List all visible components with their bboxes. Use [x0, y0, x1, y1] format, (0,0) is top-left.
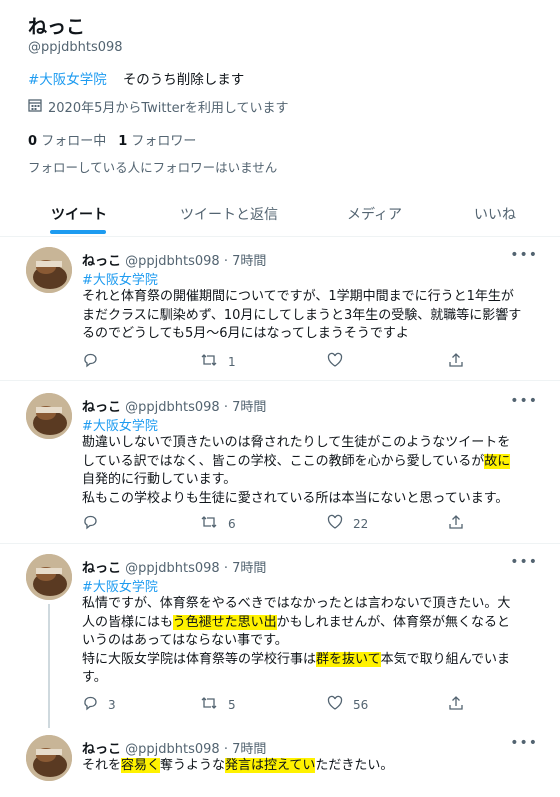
retweet-button[interactable]: 1	[200, 352, 236, 371]
share-button[interactable]	[448, 695, 464, 714]
highlighted-text: 発言は控えてい	[225, 758, 316, 773]
reply-icon	[82, 695, 98, 714]
tweet-text: それと体育祭の開催期間についてですが、1学期中間までに行うと1年生が まだクラス…	[82, 289, 522, 341]
no-mutual-followers-note: フォローしている人にフォロワーはいません	[28, 160, 278, 175]
tweet-meta: @ppjdbhts098 · 7時間	[125, 742, 267, 757]
like-button[interactable]: 56	[327, 695, 368, 714]
tweet-meta: @ppjdbhts098 · 7時間	[125, 254, 267, 269]
share-button[interactable]	[448, 352, 464, 371]
retweet-icon	[200, 514, 218, 533]
share-button[interactable]	[448, 514, 464, 533]
following-link[interactable]: 0 フォロー中	[28, 134, 106, 149]
thread-connector	[48, 604, 50, 728]
profile-bio: #大阪女学院 そのうち削除します	[28, 68, 244, 88]
tab-tweets-and-replies[interactable]: ツイートと返信	[180, 204, 278, 224]
tab-media[interactable]: メディア	[347, 204, 402, 224]
retweet-button[interactable]: 6	[200, 514, 236, 533]
tweet-hashtag-link[interactable]: #大阪女学院	[82, 415, 158, 434]
reply-icon	[82, 352, 98, 371]
highlighted-text: う色褪せた思い出	[172, 614, 277, 630]
like-button[interactable]	[327, 352, 353, 371]
avatar[interactable]	[26, 554, 72, 600]
tweet-header: ねっこ @ppjdbhts098 · 7時間	[82, 738, 266, 757]
share-icon	[448, 695, 464, 714]
avatar[interactable]	[26, 247, 72, 293]
tweet-hashtag-link[interactable]: #大阪女学院	[82, 576, 158, 595]
tweet-author-name: ねっこ	[82, 742, 122, 757]
tweet-text: それを容易く奪うような発言は控えていただきたい。	[82, 758, 394, 773]
reply-icon	[82, 514, 98, 533]
like-button[interactable]: 22	[327, 514, 368, 533]
highlighted-text: 容易く	[121, 758, 161, 773]
tweet-author-name: ねっこ	[82, 561, 122, 576]
tweet-actions: 1	[82, 352, 482, 372]
follow-stats: 0 フォロー中 1 フォロワー	[28, 130, 196, 149]
retweet-button[interactable]: 5	[200, 695, 236, 714]
tweet-header: ねっこ @ppjdbhts098 · 7時間	[82, 557, 266, 576]
highlighted-text: 群を抜いて	[316, 651, 381, 667]
tweet-meta: @ppjdbhts098 · 7時間	[125, 400, 267, 415]
active-tab-indicator	[50, 230, 106, 234]
retweet-icon	[200, 695, 218, 714]
tweet-actions: 3 5 56	[82, 695, 482, 715]
followers-link[interactable]: 1 フォロワー	[118, 134, 196, 149]
bio-text: そのうち削除します	[122, 72, 245, 88]
tweet[interactable]: ねっこ @ppjdbhts098 · 7時間 ••• #大阪女学院 それと体育祭…	[0, 237, 560, 381]
tweet[interactable]: ねっこ @ppjdbhts098 · 7時間 ••• #大阪女学院 私情ですが、…	[0, 544, 560, 728]
avatar[interactable]	[26, 735, 72, 781]
tab-likes[interactable]: いいね	[474, 204, 516, 224]
tweet-text: 勘違いしないで頂きたいのは脅されたりして生徒がこのようなツイートを している訳で…	[82, 435, 511, 506]
retweet-icon	[200, 352, 218, 371]
tweet-text: 私情ですが、体育祭をやるべきではなかったとは言わないで頂きたい。大 人の皆様には…	[82, 596, 511, 685]
share-icon	[448, 352, 464, 371]
tweet[interactable]: ねっこ @ppjdbhts098 · 7時間 ••• それを容易く奪うような発言…	[0, 729, 560, 797]
tweet-hashtag-link[interactable]: #大阪女学院	[82, 269, 158, 288]
calendar-icon	[28, 98, 42, 116]
joined-text: 2020年5月からTwitterを利用しています	[48, 101, 289, 116]
reply-button[interactable]	[82, 352, 108, 371]
tweet-meta: @ppjdbhts098 · 7時間	[125, 561, 267, 576]
like-icon	[327, 514, 343, 533]
tab-tweets[interactable]: ツイート	[51, 204, 107, 224]
tweet-header: ねっこ @ppjdbhts098 · 7時間	[82, 250, 266, 269]
avatar[interactable]	[26, 393, 72, 439]
reply-button[interactable]	[82, 514, 108, 533]
tweet-author-name: ねっこ	[82, 400, 122, 415]
like-icon	[327, 352, 343, 371]
reply-button[interactable]: 3	[82, 695, 116, 714]
like-icon	[327, 695, 343, 714]
share-icon	[448, 514, 464, 533]
tweet[interactable]: ねっこ @ppjdbhts098 · 7時間 ••• #大阪女学院 勘違いしない…	[0, 381, 560, 544]
profile-tabs: ツイート ツイートと返信 メディア いいね	[0, 192, 560, 237]
profile-handle: @ppjdbhts098	[28, 40, 123, 55]
joined-date: 2020年5月からTwitterを利用しています	[28, 97, 289, 116]
highlighted-text: 故に	[484, 453, 511, 469]
tweet-author-name: ねっこ	[82, 254, 122, 269]
tweet-actions: 6 22	[82, 514, 482, 534]
tweet-header: ねっこ @ppjdbhts098 · 7時間	[82, 396, 266, 415]
more-icon[interactable]: •••	[510, 393, 538, 409]
more-icon[interactable]: •••	[510, 554, 538, 570]
more-icon[interactable]: •••	[510, 247, 538, 263]
profile-name: ねっこ	[28, 16, 86, 38]
bio-hashtag-link[interactable]: #大阪女学院	[28, 72, 107, 88]
more-icon[interactable]: •••	[510, 735, 538, 751]
